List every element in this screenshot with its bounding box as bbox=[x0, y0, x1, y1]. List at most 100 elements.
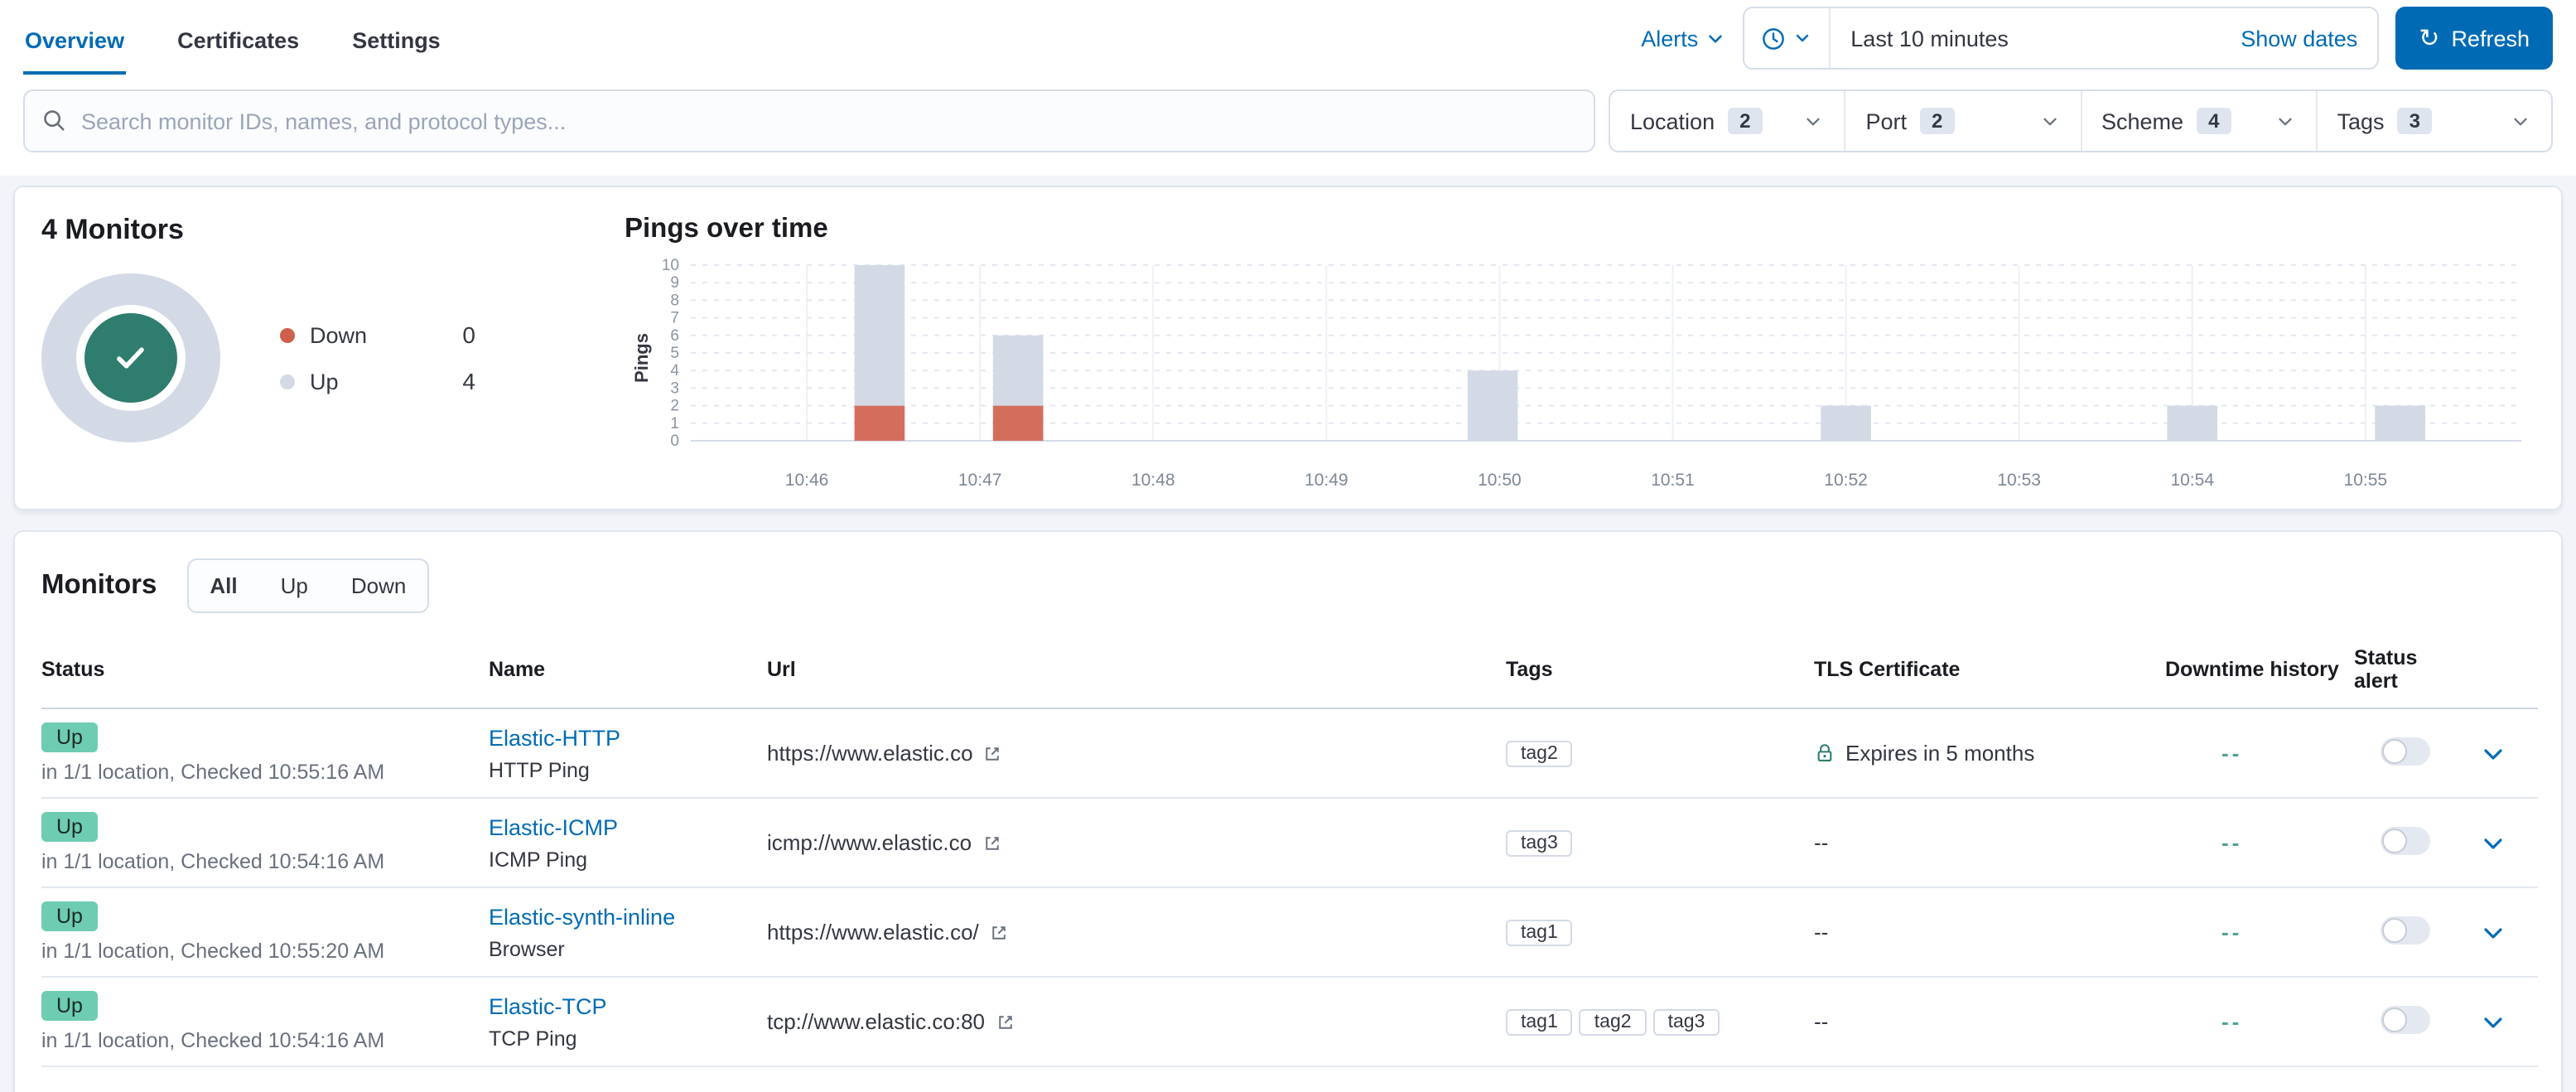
status-legend: Down 0 Up 4 bbox=[280, 321, 475, 394]
quick-select-button[interactable] bbox=[1744, 8, 1831, 68]
monitor-url[interactable]: https://www.elastic.co/ bbox=[767, 920, 979, 945]
filter-location[interactable]: Location 2 bbox=[1610, 91, 1846, 151]
status-detail: in 1/1 location, Checked 10:55:16 AM bbox=[41, 761, 385, 784]
tab-certificates[interactable]: Certificates bbox=[176, 2, 301, 74]
pings-chart-title: Pings over time bbox=[625, 214, 828, 244]
table-row: Up in 1/1 location, Checked 10:55:16 AM … bbox=[41, 708, 2538, 799]
page-header: Overview Certificates Settings Alerts La… bbox=[0, 0, 2576, 176]
search-box bbox=[23, 89, 1595, 152]
svg-text:10:55: 10:55 bbox=[2344, 471, 2388, 490]
status-badge: Up bbox=[41, 722, 98, 752]
status-alert-toggle[interactable] bbox=[2381, 737, 2430, 765]
col-status-alert: Status alert bbox=[2354, 640, 2480, 709]
refresh-label: Refresh bbox=[2451, 26, 2530, 51]
filter-scheme-count: 4 bbox=[2197, 108, 2231, 134]
chevron-down-icon bbox=[2514, 117, 2527, 125]
expand-row-icon[interactable] bbox=[2480, 829, 2506, 856]
legend-up-value: 4 bbox=[462, 368, 475, 394]
monitor-name-link[interactable]: Elastic-ICMP bbox=[489, 814, 618, 839]
monitor-type: TCP Ping bbox=[489, 1027, 577, 1050]
tag-chip[interactable]: tag1 bbox=[1506, 919, 1573, 945]
refresh-button[interactable]: ↻ Refresh bbox=[2395, 7, 2553, 70]
status-tab-all[interactable]: All bbox=[188, 560, 258, 611]
monitor-type: HTTP Ping bbox=[489, 758, 590, 781]
svg-text:9: 9 bbox=[670, 274, 679, 292]
filter-tags[interactable]: Tags 3 bbox=[2318, 91, 2552, 151]
filter-tags-count: 3 bbox=[2397, 108, 2432, 134]
lock-icon bbox=[1817, 744, 1832, 761]
status-alert-toggle[interactable] bbox=[2381, 826, 2430, 854]
monitors-card: Monitors All Up Down Status Name Url Tag… bbox=[13, 530, 2563, 1092]
svg-text:10:51: 10:51 bbox=[1651, 471, 1695, 490]
tag-chip[interactable]: tag1 bbox=[1506, 1008, 1573, 1035]
tls-expiry: -- bbox=[1814, 830, 1829, 855]
col-status: Status bbox=[41, 640, 489, 709]
status-tab-up[interactable]: Up bbox=[259, 560, 330, 611]
uptime-app: Overview Certificates Settings Alerts La… bbox=[0, 0, 2576, 1092]
tls-expiry: -- bbox=[1814, 1009, 1829, 1034]
filter-location-label: Location bbox=[1630, 109, 1715, 133]
downtime-history: -- bbox=[2221, 1009, 2243, 1034]
status-alert-toggle[interactable] bbox=[2381, 916, 2430, 944]
status-detail: in 1/1 location, Checked 10:54:16 AM bbox=[41, 1029, 385, 1052]
monitor-name-link[interactable]: Elastic-HTTP bbox=[489, 725, 620, 750]
monitor-name-link[interactable]: Elastic-TCP bbox=[489, 993, 607, 1018]
tls-expiry: Expires in 5 months bbox=[1845, 741, 2035, 766]
tag-chip[interactable]: tag2 bbox=[1506, 740, 1573, 766]
tab-overview[interactable]: Overview bbox=[23, 2, 127, 74]
svg-text:5: 5 bbox=[670, 345, 679, 362]
tag-chip[interactable]: tag3 bbox=[1652, 1008, 1720, 1035]
table-row: Up in 1/1 location, Checked 10:54:16 AM … bbox=[41, 798, 2538, 888]
downtime-history: -- bbox=[2221, 830, 2243, 855]
expand-row-icon[interactable] bbox=[2480, 1008, 2506, 1035]
col-name: Name bbox=[489, 640, 767, 709]
monitor-url[interactable]: icmp://www.elastic.co bbox=[767, 830, 972, 855]
alerts-label: Alerts bbox=[1641, 26, 1699, 51]
table-footer: Rows per page: 100 bbox=[41, 1067, 2535, 1092]
status-detail: in 1/1 location, Checked 10:54:16 AM bbox=[41, 850, 385, 873]
status-tab-down[interactable]: Down bbox=[330, 560, 428, 611]
status-alert-toggle[interactable] bbox=[2381, 1005, 2430, 1033]
check-icon bbox=[117, 347, 144, 369]
tag-chip[interactable]: tag3 bbox=[1506, 829, 1573, 856]
filter-tags-label: Tags bbox=[2337, 109, 2385, 133]
show-dates-button[interactable]: Show dates bbox=[2241, 26, 2377, 51]
chevron-down-icon bbox=[1807, 117, 1821, 125]
col-tags: Tags bbox=[1506, 640, 1814, 709]
monitor-name-link[interactable]: Elastic-synth-inline bbox=[489, 904, 675, 929]
status-badge: Up bbox=[41, 812, 98, 842]
tag-chip[interactable]: tag2 bbox=[1579, 1008, 1647, 1035]
svg-text:2: 2 bbox=[670, 398, 679, 415]
tab-settings[interactable]: Settings bbox=[350, 2, 442, 74]
expand-row-icon[interactable] bbox=[2480, 740, 2506, 766]
monitor-url[interactable]: https://www.elastic.co bbox=[767, 741, 973, 766]
downtime-history: -- bbox=[2221, 920, 2243, 945]
table-row: Up in 1/1 location, Checked 10:55:20 AM … bbox=[41, 887, 2538, 978]
alerts-dropdown[interactable]: Alerts bbox=[1641, 26, 1726, 51]
monitor-url[interactable]: tcp://www.elastic.co:80 bbox=[767, 1009, 985, 1034]
svg-text:10:46: 10:46 bbox=[785, 471, 829, 490]
col-url: Url bbox=[767, 640, 1506, 709]
table-header-row: Status Name Url Tags TLS Certificate Dow… bbox=[41, 640, 2538, 709]
svg-text:10:53: 10:53 bbox=[1997, 471, 2041, 490]
status-filter-group: All Up Down bbox=[186, 558, 430, 613]
top-controls: Alerts Last 10 minutes Show dates ↻ Refr… bbox=[1641, 7, 2553, 70]
monitor-type: Browser bbox=[489, 937, 565, 960]
external-link-icon bbox=[998, 1015, 1011, 1028]
filter-port[interactable]: Port 2 bbox=[1846, 91, 2082, 151]
chevron-down-icon bbox=[2278, 117, 2292, 125]
monitors-title: Monitors bbox=[41, 570, 157, 600]
svg-text:0: 0 bbox=[670, 432, 679, 450]
top-navigation: Overview Certificates Settings Alerts La… bbox=[23, 0, 2553, 76]
svg-text:4: 4 bbox=[670, 362, 679, 379]
svg-text:10:54: 10:54 bbox=[2170, 471, 2214, 490]
expand-row-icon[interactable] bbox=[2480, 919, 2506, 945]
filter-scheme[interactable]: Scheme 4 bbox=[2082, 91, 2318, 151]
search-input[interactable] bbox=[23, 89, 1595, 152]
external-link-icon bbox=[985, 836, 998, 849]
svg-text:7: 7 bbox=[670, 310, 679, 327]
filter-scheme-label: Scheme bbox=[2101, 109, 2184, 133]
status-badge: Up bbox=[41, 901, 98, 931]
search-icon bbox=[41, 108, 66, 133]
time-range-value[interactable]: Last 10 minutes bbox=[1831, 26, 2241, 51]
